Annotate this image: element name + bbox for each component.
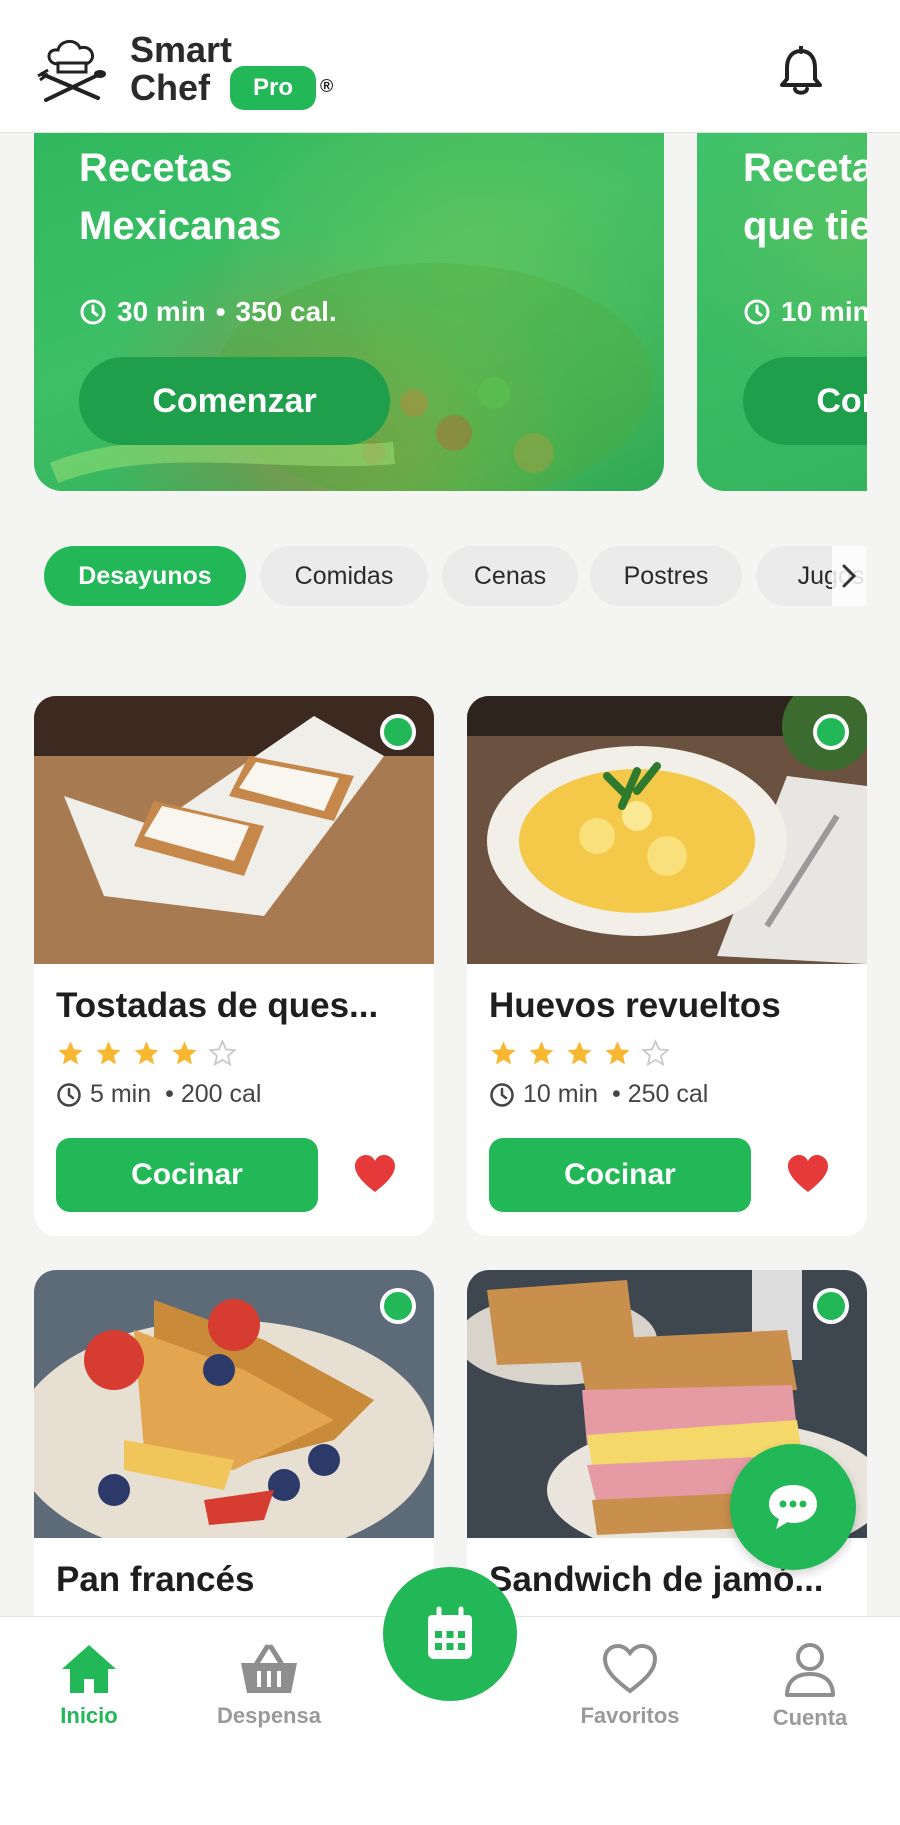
clock-icon — [80, 299, 106, 325]
star-filled-icon — [58, 1041, 83, 1065]
chat-button[interactable] — [730, 1444, 856, 1570]
rating-stars — [56, 1039, 237, 1068]
star-empty-icon — [641, 1039, 670, 1067]
cook-button[interactable]: Cocinar — [489, 1138, 751, 1212]
nav-label: Favoritos — [580, 1703, 680, 1728]
basket-icon — [241, 1644, 297, 1693]
pro-badge: Pro — [230, 66, 316, 110]
calendar-icon — [428, 1606, 472, 1659]
hero-meta: 30 min • 350 cal. — [79, 296, 337, 328]
hero-card-second[interactable]: Recetas que tienes 10 min Comenzar — [697, 133, 867, 491]
recipe-time: 5 min — [90, 1080, 152, 1108]
registered-mark: ® — [320, 76, 334, 96]
chat-bubble-icon — [769, 1485, 817, 1529]
clock-icon — [744, 299, 770, 325]
category-chips: Desayunos Comidas Cenas Postres Jugos — [44, 546, 866, 606]
recipe-image — [34, 1270, 434, 1538]
chef-hat-logo-icon — [37, 40, 106, 102]
star-empty-icon — [208, 1039, 237, 1067]
star-filled-icon — [172, 1041, 197, 1065]
favorite-heart-icon[interactable] — [352, 1152, 398, 1198]
hero-calories: 350 cal. — [235, 296, 337, 327]
clock-icon — [490, 1082, 514, 1107]
brand-name-line1: Smart — [130, 29, 233, 70]
hero-title: Recetas que tienes — [743, 146, 867, 248]
chip-desayunos[interactable]: Desayunos — [44, 546, 246, 606]
recipe-meta: 10 min • 250 cal — [489, 1080, 708, 1109]
chip-comidas[interactable]: Comidas — [260, 546, 428, 606]
recipe-title: Pan francés — [56, 1560, 255, 1599]
notifications-bell-icon[interactable] — [778, 46, 824, 96]
rating-stars — [489, 1039, 670, 1068]
nav-label: Inicio — [60, 1703, 118, 1728]
star-filled-icon — [529, 1041, 554, 1065]
hero-title: Recetas Mexicanas — [79, 146, 282, 248]
app-header: Smart Chef Pro ® — [0, 0, 900, 133]
heart-icon — [602, 1643, 658, 1694]
recipe-title: Tostadas de ques... — [56, 986, 379, 1025]
hero-time: 10 min — [781, 296, 867, 327]
recipe-time: 10 min — [523, 1080, 599, 1108]
user-icon — [785, 1643, 835, 1697]
hero-time: 30 min — [117, 296, 206, 327]
availability-dot — [813, 1288, 849, 1324]
nav-item-cuenta[interactable]: Cuenta — [735, 1641, 885, 1731]
recipe-meta: 5 min • 200 cal — [56, 1080, 261, 1109]
recipe-title: Huevos revueltos — [489, 986, 781, 1025]
recipe-card-tostadas[interactable]: Tostadas de ques... 5 min • 200 cal Coci… — [34, 696, 434, 1236]
nav-label: Cuenta — [772, 1705, 848, 1730]
hero-meta: 10 min — [743, 296, 867, 328]
cook-button[interactable]: Cocinar — [56, 1138, 318, 1212]
hero-card-mexicanas[interactable]: Recetas Mexicanas 30 min • 350 cal. Come… — [34, 133, 664, 491]
chip-postres[interactable]: Postres — [590, 546, 742, 606]
hero-start-button[interactable]: Comenzar — [79, 357, 390, 445]
chips-scroll-right-button[interactable] — [832, 546, 866, 606]
star-filled-icon — [491, 1041, 516, 1065]
chip-cenas[interactable]: Cenas — [442, 546, 578, 606]
recipe-card-huevos[interactable]: Huevos revueltos 10 min • 250 cal Cocina… — [467, 696, 867, 1236]
availability-dot — [380, 1288, 416, 1324]
favorite-heart-icon[interactable] — [785, 1152, 831, 1198]
chevron-right-icon — [842, 564, 857, 588]
star-filled-icon — [605, 1041, 630, 1065]
recipe-calories: • 250 cal — [612, 1080, 709, 1108]
recipe-image — [34, 696, 434, 964]
star-filled-icon — [567, 1041, 592, 1065]
nav-label: Despensa — [217, 1703, 321, 1728]
recipe-card-pan-frances[interactable]: Pan francés — [34, 1270, 434, 1670]
home-icon — [62, 1645, 116, 1693]
clock-icon — [57, 1082, 81, 1107]
brand-name-line2: Chef — [130, 67, 210, 108]
recipe-image — [467, 696, 867, 964]
availability-dot — [380, 714, 416, 750]
availability-dot — [813, 714, 849, 750]
star-filled-icon — [134, 1041, 159, 1065]
hero-start-button[interactable]: Comenzar — [743, 357, 867, 445]
nav-item-despensa[interactable]: Despensa — [194, 1641, 344, 1729]
nav-item-inicio[interactable]: Inicio — [14, 1641, 164, 1729]
star-filled-icon — [96, 1041, 121, 1065]
nav-item-favoritos[interactable]: Favoritos — [555, 1641, 705, 1729]
recipe-calories: • 200 cal — [165, 1080, 262, 1108]
calendar-button[interactable] — [383, 1567, 517, 1701]
hero-separator-dot: • — [215, 296, 226, 327]
